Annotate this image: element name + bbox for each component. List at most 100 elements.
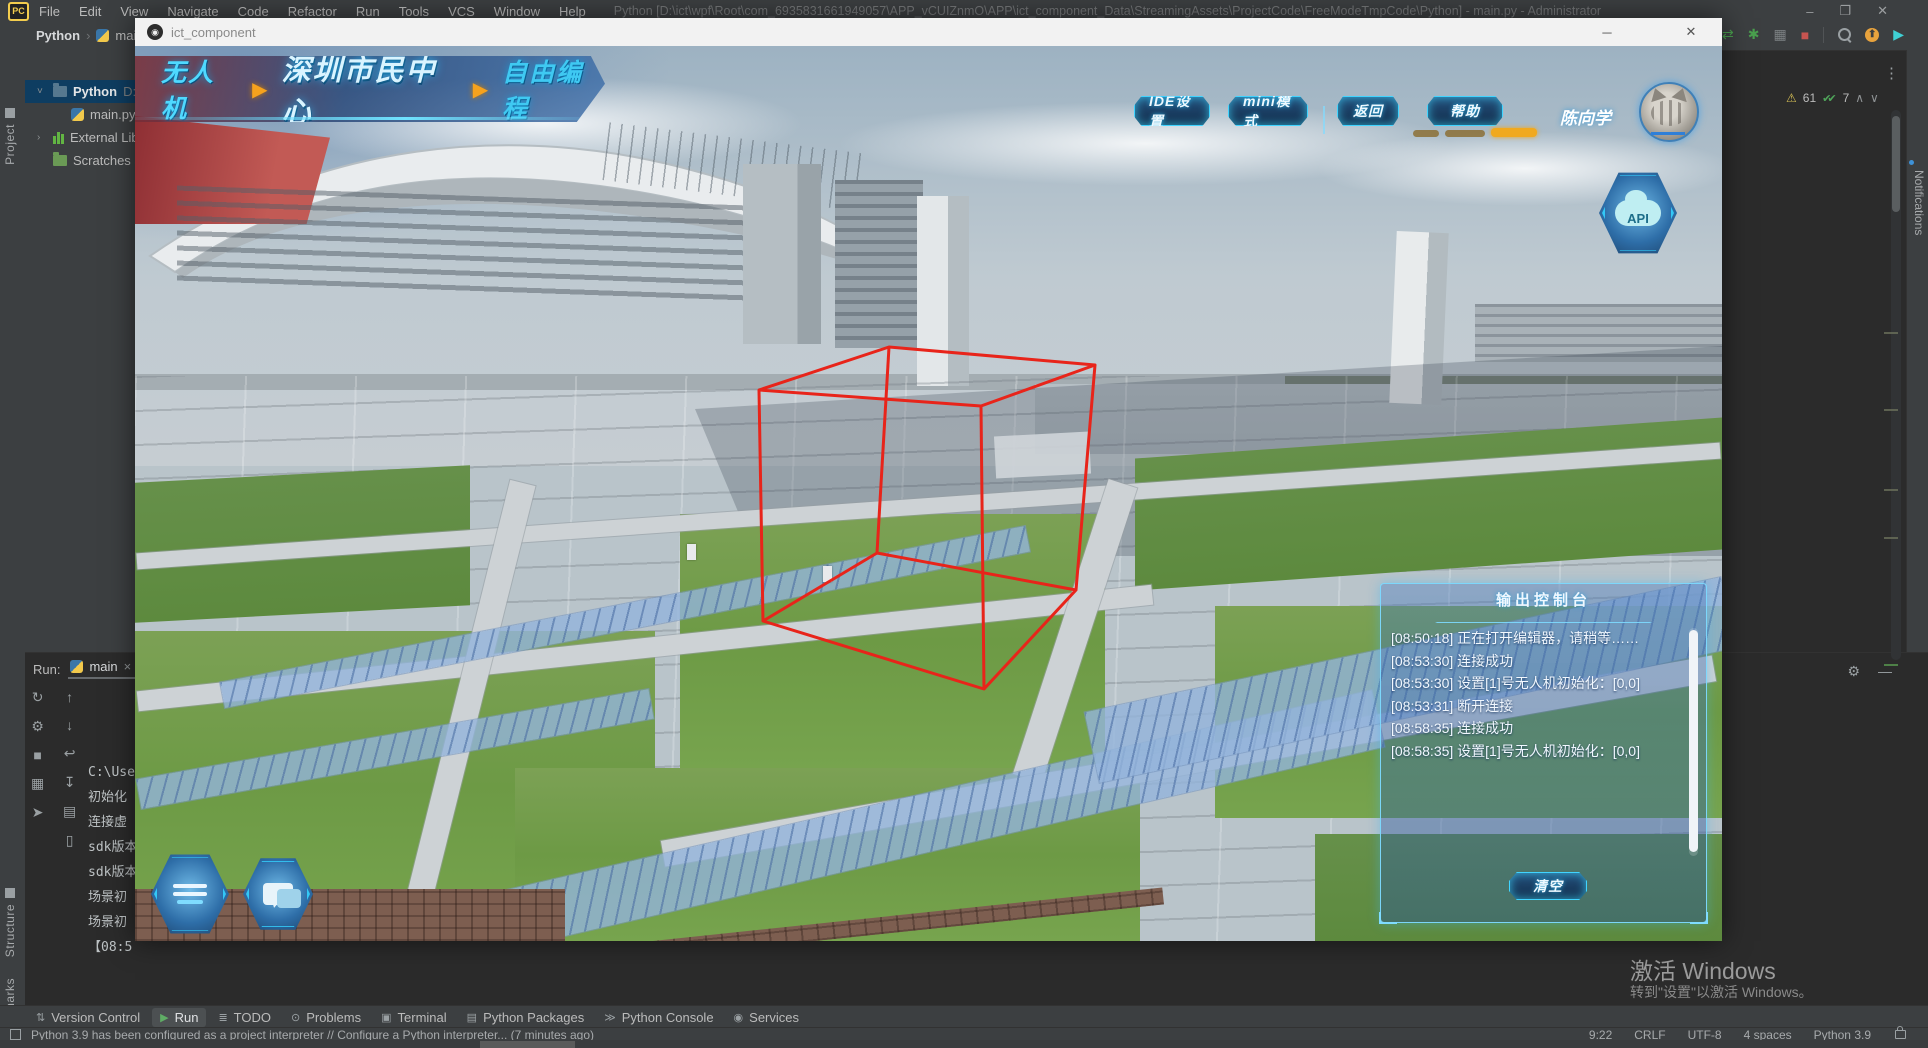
minimize-button[interactable]: – bbox=[1806, 4, 1813, 19]
game-titlebar[interactable]: ◉ ict_component ─ ✕ bbox=[135, 18, 1722, 47]
toolwindow-tab[interactable]: ≣ TODO bbox=[210, 1008, 279, 1027]
readonly-lock-icon[interactable] bbox=[1895, 1030, 1906, 1039]
maximize-button[interactable]: ❐ bbox=[1839, 3, 1851, 19]
console-toolbar-icon[interactable]: ↧ bbox=[64, 774, 76, 791]
expand-chevron[interactable]: › bbox=[37, 132, 47, 143]
toolwindow-tab-icon: ▣ bbox=[381, 1011, 391, 1024]
game-minimize-button[interactable]: ─ bbox=[1584, 18, 1630, 46]
console-line: sdk版本 bbox=[88, 860, 137, 885]
ide-menubar: File Edit View Navigate Code Refactor Run Tools… bbox=[39, 4, 586, 19]
menu-item[interactable]: Tools bbox=[399, 4, 429, 19]
menu-hex-ring bbox=[154, 855, 226, 933]
game-close-button[interactable]: ✕ bbox=[1668, 18, 1714, 46]
toolwindow-toggle-icon[interactable] bbox=[10, 1029, 21, 1040]
toolwindow-tab[interactable]: ▣ Terminal bbox=[373, 1008, 455, 1027]
warning-icon: ⚠ bbox=[1786, 91, 1797, 105]
help-button[interactable]: 帮助 bbox=[1427, 96, 1503, 126]
city-tower bbox=[835, 180, 923, 348]
prev-issue-chevron[interactable]: ∧ bbox=[1855, 91, 1864, 105]
toolwindow-tab[interactable]: ◉ Services bbox=[726, 1008, 807, 1027]
output-console-title: 输出控制台 bbox=[1381, 589, 1706, 610]
debug-icon[interactable]: ✱ bbox=[1748, 26, 1760, 43]
console-scrollbar-thumb[interactable] bbox=[1689, 630, 1698, 852]
sync-run-icon[interactable]: ⇄ bbox=[1722, 26, 1734, 43]
scroll-mark bbox=[1884, 664, 1898, 666]
next-issue-chevron[interactable]: ∨ bbox=[1870, 91, 1879, 105]
menu-item[interactable]: Help bbox=[559, 4, 586, 19]
toolwindow-project[interactable]: Project bbox=[3, 108, 17, 165]
tree-label: main.py bbox=[90, 107, 136, 122]
stop-icon[interactable]: ■ bbox=[1801, 27, 1809, 43]
console-line: 初始化 bbox=[88, 785, 137, 810]
toolwindow-tab-label: Version Control bbox=[51, 1010, 140, 1025]
ide-settings-button[interactable]: IDE设置 bbox=[1134, 96, 1210, 126]
run-toolbar-icon[interactable]: ▦ bbox=[31, 775, 44, 792]
menu-item[interactable]: Refactor bbox=[288, 4, 337, 19]
unity-app-icon: ◉ bbox=[147, 24, 163, 40]
menu-item[interactable]: Edit bbox=[79, 4, 101, 19]
button-divider bbox=[1323, 106, 1325, 134]
toolwindow-tab-label: Python Packages bbox=[483, 1010, 584, 1025]
console-line: 【08:5 bbox=[88, 935, 137, 960]
run-toolbar-icon[interactable]: ⚙ bbox=[31, 718, 44, 735]
console-toolbar-icon[interactable]: ▤ bbox=[63, 803, 76, 820]
console-log: [08:50:18] 正在打开编辑器，请稍等……[08:53:30] 连接成功[… bbox=[1391, 628, 1669, 864]
menu-item[interactable]: Code bbox=[238, 4, 269, 19]
tree-label: Python bbox=[73, 84, 117, 99]
run-tab-main[interactable]: main × bbox=[68, 659, 135, 679]
run-toolbar-icon[interactable]: ➤ bbox=[32, 804, 44, 821]
toolwindow-tab[interactable]: ▤ Python Packages bbox=[459, 1008, 593, 1027]
console-line: 场景初 bbox=[88, 885, 137, 910]
log-entry: [08:53:30] 设置[1]号无人机初始化：[0,0] bbox=[1391, 673, 1669, 695]
bottom-toolwindow-bar: ⇅ Version Control ▶ Run ≣ TODO ⊙ Problem… bbox=[0, 1005, 1928, 1028]
python-icon bbox=[70, 660, 83, 673]
toolwindow-tab[interactable]: ⇅ Version Control bbox=[28, 1008, 148, 1027]
console-toolbar-icon[interactable]: ↩ bbox=[64, 745, 76, 762]
expand-chevron[interactable]: ˅ bbox=[37, 86, 47, 97]
search-icon[interactable] bbox=[1838, 28, 1851, 41]
clear-console-button[interactable]: 清空 bbox=[1509, 872, 1587, 900]
back-button[interactable]: 返回 bbox=[1337, 96, 1399, 126]
banner-arrow-icon: ▶ bbox=[252, 77, 267, 102]
tab-close-icon[interactable]: × bbox=[124, 659, 132, 674]
banner-arrow-icon: ▶ bbox=[473, 77, 488, 102]
ok-count: 7 bbox=[1843, 91, 1850, 105]
close-button[interactable]: ✕ bbox=[1877, 3, 1888, 19]
toolwindow-tab-icon: ▶ bbox=[160, 1011, 168, 1024]
run-toolbar-icon[interactable]: ↻ bbox=[32, 689, 44, 706]
breadcrumb-project[interactable]: Python bbox=[36, 28, 80, 43]
project-toolwindow-label: Project bbox=[3, 124, 17, 165]
console-line: sdk版本 bbox=[88, 835, 137, 860]
screen: PC FileEditViewNavigateCodeRefactorRunTo… bbox=[0, 0, 1928, 1048]
game-viewport[interactable]: 无人机 ▶ 深圳市民中心 ▶ 自由编程 IDE设置 mini模式 返回 帮助 陈… bbox=[135, 46, 1722, 941]
console-toolbar-icon[interactable]: ▯ bbox=[66, 832, 74, 849]
menu-item[interactable]: File bbox=[39, 4, 60, 19]
menu-item[interactable]: VCS bbox=[448, 4, 475, 19]
menu-item[interactable]: Window bbox=[494, 4, 540, 19]
menu-item[interactable]: Navigate bbox=[167, 4, 218, 19]
pycharm-events-icon[interactable]: ▶ bbox=[1893, 26, 1904, 43]
menu-item[interactable]: View bbox=[120, 4, 148, 19]
notifications-toolwindow[interactable]: Notifications bbox=[1912, 162, 1926, 235]
editor-scrollbar-thumb[interactable] bbox=[1892, 116, 1900, 212]
toolwindow-tab[interactable]: ⊙ Problems bbox=[283, 1008, 369, 1027]
api-label: API bbox=[1627, 211, 1649, 226]
profiler-icon[interactable]: ▦ bbox=[1774, 26, 1787, 43]
console-toolbar-icon[interactable]: ↓ bbox=[66, 717, 73, 733]
windows-taskbar-sliver bbox=[0, 1040, 1928, 1048]
console-toolbar-icon[interactable]: ↑ bbox=[66, 689, 73, 705]
editor-kebab-icon[interactable]: ⋮ bbox=[1884, 64, 1899, 82]
inspection-widget[interactable]: ⚠ 61 ✔✔ 7 ∧ ∨ bbox=[1786, 88, 1879, 108]
toolwindow-tab[interactable]: ▶ Run bbox=[152, 1008, 206, 1027]
toolwindow-tab-label: TODO bbox=[234, 1010, 271, 1025]
menu-item[interactable]: Run bbox=[356, 4, 380, 19]
warning-count: 61 bbox=[1803, 91, 1816, 105]
mini-mode-button[interactable]: mini模式 bbox=[1228, 96, 1308, 126]
update-icon[interactable]: ⬆ bbox=[1865, 28, 1879, 42]
settings-gear-icon[interactable]: ⚙ bbox=[1847, 663, 1860, 680]
run-toolbar-icon[interactable]: ■ bbox=[33, 747, 41, 763]
toolwindow-tab[interactable]: ≫ Python Console bbox=[596, 1008, 721, 1027]
toolwindow-structure[interactable]: Structure bbox=[3, 888, 17, 957]
console-corner-accent bbox=[1379, 912, 1397, 924]
toolwindow-tab-label: Problems bbox=[306, 1010, 361, 1025]
